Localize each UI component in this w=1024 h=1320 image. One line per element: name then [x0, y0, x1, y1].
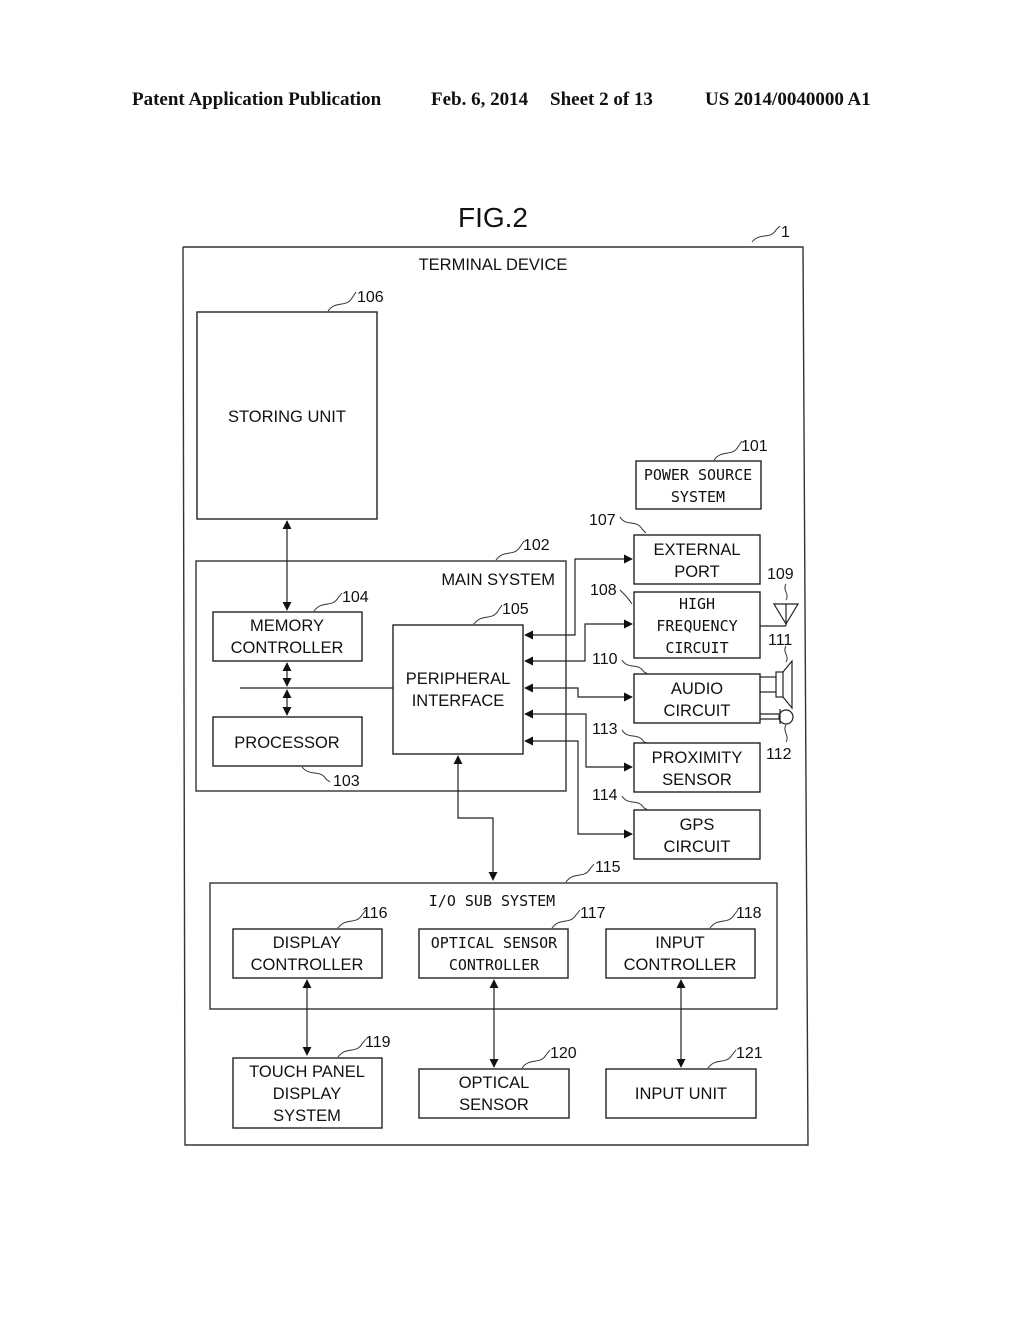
display-controller: DISPLAY CONTROLLER 116	[232, 905, 388, 979]
main-system-label: MAIN SYSTEM	[441, 571, 555, 589]
memory-controller-line2: CONTROLLER	[231, 639, 344, 657]
proximity-sensor-line2: SENSOR	[662, 771, 732, 789]
ref-processor: 103	[333, 773, 360, 790]
block-diagram: FIG.2 1 TERMINAL DEVICE STORING UNIT 106…	[182, 202, 809, 1146]
audio-circuit: AUDIO CIRCUIT 110	[592, 651, 761, 724]
storing-unit: STORING UNIT 106	[196, 289, 384, 520]
io-subsystem-label: I/O SUB SYSTEM	[429, 892, 555, 910]
gps-circuit-line1: GPS	[680, 816, 715, 834]
optical-sensor: OPTICAL SENSOR 120	[418, 1045, 577, 1119]
high-frequency-line2: FREQUENCY	[656, 617, 737, 635]
ref-io-subsystem: 115	[595, 859, 621, 876]
microphone-icon: 112	[760, 709, 794, 763]
memory-controller-line1: MEMORY	[250, 617, 324, 635]
ref-power-source: 101	[741, 438, 768, 455]
ref-storing-unit: 106	[357, 289, 384, 306]
input-unit-label: INPUT UNIT	[635, 1085, 727, 1103]
proximity-sensor: PROXIMITY SENSOR 113	[592, 721, 761, 793]
ref-memory-controller: 104	[342, 589, 369, 606]
memory-controller: MEMORY CONTROLLER 104	[212, 589, 369, 662]
power-source-line1: POWER SOURCE	[644, 466, 752, 484]
display-controller-line2: CONTROLLER	[251, 956, 364, 974]
optical-sensor-line1: OPTICAL	[459, 1074, 530, 1092]
terminal-device-label: TERMINAL DEVICE	[419, 256, 568, 274]
ref-speaker: 111	[768, 632, 792, 649]
gps-circuit: GPS CIRCUIT 114	[592, 787, 761, 860]
optical-sensor-controller-line2: CONTROLLER	[449, 956, 540, 974]
ref-optical-sensor-controller: 117	[580, 905, 606, 922]
ref-input-unit: 121	[736, 1045, 763, 1062]
input-unit: INPUT UNIT 121	[605, 1045, 763, 1119]
optical-sensor-line2: SENSOR	[459, 1096, 529, 1114]
peripheral-interface-line1: PERIPHERAL	[406, 670, 511, 688]
high-frequency-circuit: HIGH FREQUENCY CIRCUIT 108	[590, 582, 761, 659]
ref-terminal-device: 1	[781, 224, 790, 241]
touch-panel-display-system: TOUCH PANEL DISPLAY SYSTEM 119	[232, 1034, 391, 1129]
gps-circuit-line2: CIRCUIT	[664, 838, 731, 856]
io-device-connections	[302, 979, 686, 1068]
ref-high-frequency: 108	[590, 582, 617, 599]
external-port: EXTERNAL PORT 107	[589, 512, 761, 585]
ref-antenna: 109	[767, 566, 794, 583]
peripheral-interface: PERIPHERAL INTERFACE 105	[392, 601, 529, 755]
audio-circuit-line1: AUDIO	[671, 680, 723, 698]
high-frequency-line1: HIGH	[679, 595, 715, 613]
display-controller-line1: DISPLAY	[273, 934, 341, 952]
io-bus-connection	[453, 755, 498, 881]
optical-sensor-controller: OPTICAL SENSOR CONTROLLER 117	[418, 905, 606, 979]
power-source-system: POWER SOURCE SYSTEM 101	[635, 438, 768, 510]
processor-label: PROCESSOR	[234, 734, 340, 752]
input-controller-line2: CONTROLLER	[624, 956, 737, 974]
audio-circuit-line2: CIRCUIT	[664, 702, 731, 720]
ref-main-system: 102	[523, 537, 550, 554]
processor: PROCESSOR 103	[212, 716, 363, 790]
storing-unit-label: STORING UNIT	[228, 408, 346, 426]
optical-sensor-controller-line1: OPTICAL SENSOR	[431, 934, 558, 952]
input-controller: INPUT CONTROLLER 118	[605, 905, 762, 979]
touch-panel-line3: SYSTEM	[273, 1107, 341, 1125]
touch-panel-line1: TOUCH PANEL	[249, 1063, 365, 1081]
ref-peripheral-interface: 105	[502, 601, 529, 618]
external-port-line1: EXTERNAL	[653, 541, 740, 559]
external-port-line2: PORT	[674, 563, 720, 581]
figure-title: FIG.2	[458, 202, 528, 233]
ref-touch-panel: 119	[365, 1034, 391, 1051]
touch-panel-line2: DISPLAY	[273, 1085, 341, 1103]
speaker-icon: 111	[760, 632, 793, 710]
ref-gps-circuit: 114	[592, 787, 618, 804]
ref-optical-sensor: 120	[550, 1045, 577, 1062]
ref-display-controller: 116	[362, 905, 388, 922]
antenna-icon: 109	[760, 566, 800, 627]
ref-proximity-sensor: 113	[592, 721, 618, 738]
ref-external-port: 107	[589, 512, 616, 529]
ref-input-controller: 118	[736, 905, 762, 922]
power-source-line2: SYSTEM	[671, 488, 725, 506]
proximity-sensor-line1: PROXIMITY	[652, 749, 743, 767]
high-frequency-line3: CIRCUIT	[665, 639, 728, 657]
ref-microphone: 112	[766, 746, 792, 763]
input-controller-line1: INPUT	[655, 934, 705, 952]
ref-audio-circuit: 110	[592, 651, 618, 668]
peripheral-interface-line2: INTERFACE	[412, 692, 505, 710]
